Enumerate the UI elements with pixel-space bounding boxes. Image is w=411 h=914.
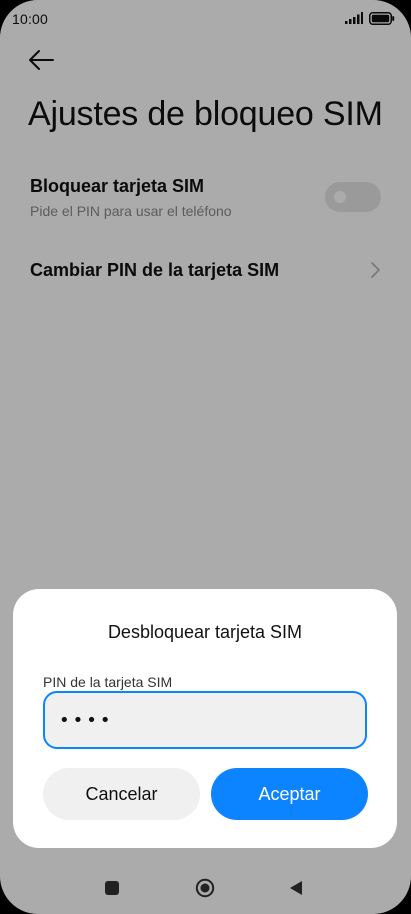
triangle-back-icon[interactable] [289, 880, 303, 896]
navigation-bar [0, 860, 411, 914]
pin-input[interactable] [43, 691, 367, 749]
dialog-title: Desbloquear tarjeta SIM [107, 622, 303, 642]
cancel-button[interactable]: Cancelar [43, 768, 200, 820]
pin-field-label: PIN de la tarjeta SIM [43, 674, 173, 690]
screen: 10:00 Ajustes de bloqueo SIM Bloquear ta… [0, 0, 411, 914]
circle-icon[interactable] [195, 878, 215, 898]
square-icon[interactable] [105, 881, 119, 895]
unlock-sim-dialog: Desbloquear tarjeta SIM PIN de la tarjet… [13, 589, 397, 848]
accept-button[interactable]: Aceptar [211, 768, 368, 820]
